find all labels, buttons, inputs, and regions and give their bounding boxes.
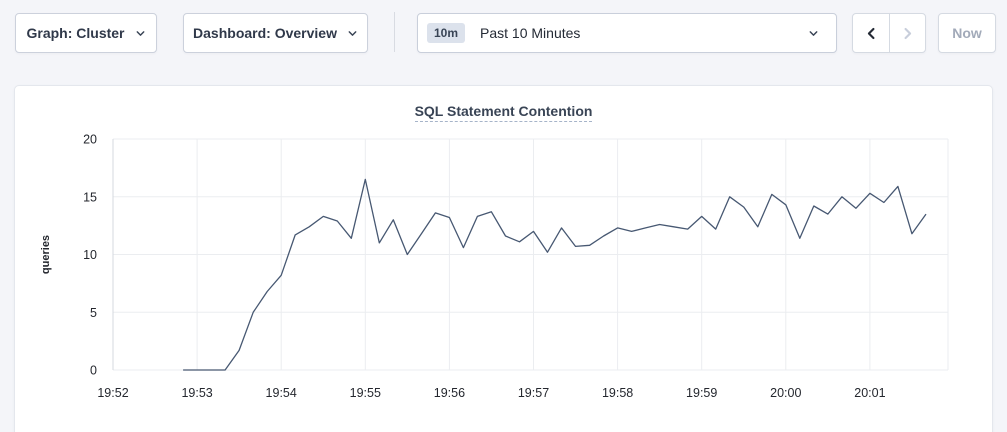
y-tick-label: 5 [90, 306, 97, 320]
x-tick-label: 19:57 [518, 386, 549, 400]
y-tick-label: 20 [83, 133, 97, 147]
graph-dropdown-label: Graph: Cluster [26, 25, 124, 41]
x-tick-label: 19:58 [602, 386, 633, 400]
x-tick-label: 19:53 [181, 386, 212, 400]
chevron-left-icon [864, 26, 879, 41]
y-axis-label: queries [40, 235, 52, 274]
x-tick-label: 19:52 [97, 386, 128, 400]
x-tick-label: 19:54 [266, 386, 297, 400]
y-tick-label: 15 [83, 190, 97, 204]
toolbar-divider [394, 12, 395, 52]
time-range-badge: 10m [427, 23, 465, 43]
chart-card: SQL Statement Contention 0510152019:5219… [14, 85, 993, 432]
y-tick-label: 10 [83, 248, 97, 262]
time-step-button-group [852, 13, 926, 53]
chevron-down-icon [135, 28, 146, 39]
time-range-label: Past 10 Minutes [480, 25, 580, 41]
x-tick-label: 20:00 [770, 386, 801, 400]
series-line-queries [183, 179, 926, 370]
toolbar: Graph: Cluster Dashboard: Overview 10m P… [0, 0, 1007, 85]
now-button[interactable]: Now [938, 13, 996, 53]
x-tick-label: 19:55 [350, 386, 381, 400]
y-tick-label: 0 [90, 364, 97, 378]
sql-statement-contention-chart: 0 5 10 15 20 19:52 19:53 19:54 19:55 19:56 19:57 19… [15, 86, 992, 431]
x-tick-label: 19:59 [686, 386, 717, 400]
dashboard-dropdown[interactable]: Dashboard: Overview [183, 13, 368, 53]
time-forward-button[interactable] [889, 14, 925, 52]
x-tick-label: 19:56 [434, 386, 465, 400]
chevron-down-icon [808, 28, 819, 39]
dashboard-dropdown-label: Dashboard: Overview [193, 25, 337, 41]
time-range-selector[interactable]: 10m Past 10 Minutes [417, 13, 837, 53]
chevron-down-icon [347, 28, 358, 39]
time-back-button[interactable] [853, 14, 889, 52]
chevron-right-icon [900, 26, 915, 41]
graph-dropdown[interactable]: Graph: Cluster [15, 13, 157, 53]
x-tick-label: 20:01 [854, 386, 885, 400]
